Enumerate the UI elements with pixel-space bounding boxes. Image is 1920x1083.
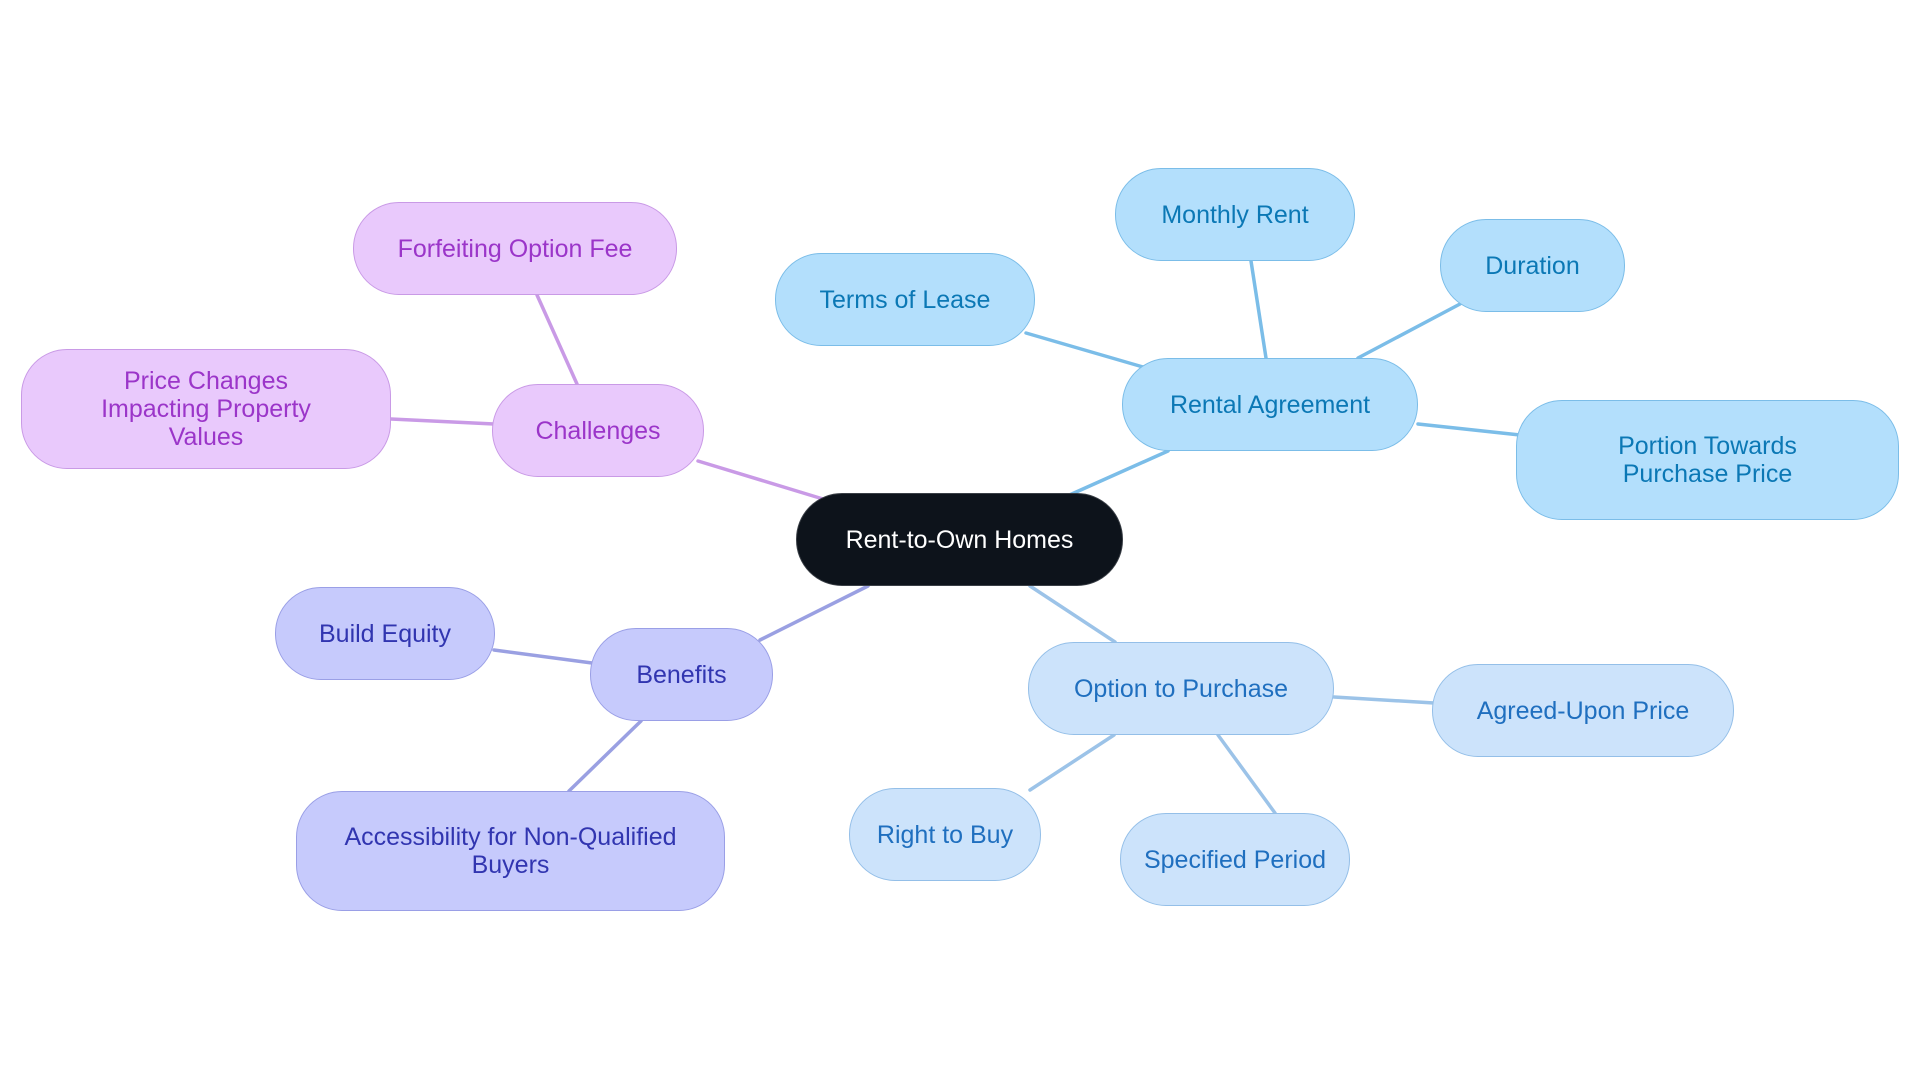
node-benefits[interactable]: Benefits [590, 628, 773, 721]
node-accessibility[interactable]: Accessibility for Non-Qualified Buyers [296, 791, 725, 911]
node-label: Forfeiting Option Fee [397, 234, 633, 263]
node-right-to-buy[interactable]: Right to Buy [849, 788, 1041, 881]
edge-root-rental [1063, 449, 1170, 499]
edge-rental-terms [1024, 331, 1145, 369]
node-label: Portion Towards Purchase Price [1618, 432, 1797, 488]
node-label: Option to Purchase [1073, 674, 1288, 703]
node-portion-towards-purchase-price[interactable]: Portion Towards Purchase Price [1516, 400, 1899, 520]
node-label: Benefits [636, 660, 727, 689]
node-label: Duration [1485, 251, 1580, 280]
node-option-to-purchase[interactable]: Option to Purchase [1028, 642, 1334, 735]
node-label: Agreed-Upon Price [1476, 696, 1690, 725]
root-node-label: Rent-to-Own Homes [845, 525, 1074, 554]
edge-root-option [1028, 584, 1117, 644]
node-price-changes[interactable]: Price Changes Impacting Property Values [21, 349, 391, 469]
node-label: Right to Buy [876, 820, 1014, 849]
node-challenges[interactable]: Challenges [492, 384, 704, 477]
node-label: Rental Agreement [1169, 390, 1371, 419]
node-rental-agreement[interactable]: Rental Agreement [1122, 358, 1418, 451]
edge-option-period [1216, 733, 1277, 815]
node-build-equity[interactable]: Build Equity [275, 587, 495, 680]
node-monthly-rent[interactable]: Monthly Rent [1115, 168, 1355, 261]
edge-rental-monthly [1249, 259, 1268, 360]
edge-benefits-access [567, 719, 643, 793]
node-specified-period[interactable]: Specified Period [1120, 813, 1350, 906]
node-label: Monthly Rent [1161, 200, 1309, 229]
node-agreed-upon-price[interactable]: Agreed-Upon Price [1432, 664, 1734, 757]
node-label: Terms of Lease [819, 285, 991, 314]
node-duration[interactable]: Duration [1440, 219, 1625, 312]
root-node[interactable]: Rent-to-Own Homes [796, 493, 1123, 586]
edge-benefits-equity [492, 648, 594, 665]
node-label: Price Changes Impacting Property Values [101, 367, 311, 451]
edge-rental-duration [1356, 302, 1462, 360]
edge-root-benefits [758, 584, 870, 642]
edge-challenges-price [389, 417, 496, 426]
node-label: Build Equity [318, 619, 452, 648]
edge-root-challenges [696, 459, 825, 501]
edge-option-agreed [1332, 695, 1436, 705]
node-label: Accessibility for Non-Qualified Buyers [344, 823, 677, 879]
edge-option-right [1028, 733, 1116, 792]
node-label: Specified Period [1143, 845, 1327, 874]
node-label: Challenges [535, 416, 661, 445]
node-forfeiting-option-fee[interactable]: Forfeiting Option Fee [353, 202, 677, 295]
node-terms-of-lease[interactable]: Terms of Lease [775, 253, 1035, 346]
edge-challenges-forfeit [535, 293, 579, 386]
edge-rental-portion [1416, 422, 1522, 437]
